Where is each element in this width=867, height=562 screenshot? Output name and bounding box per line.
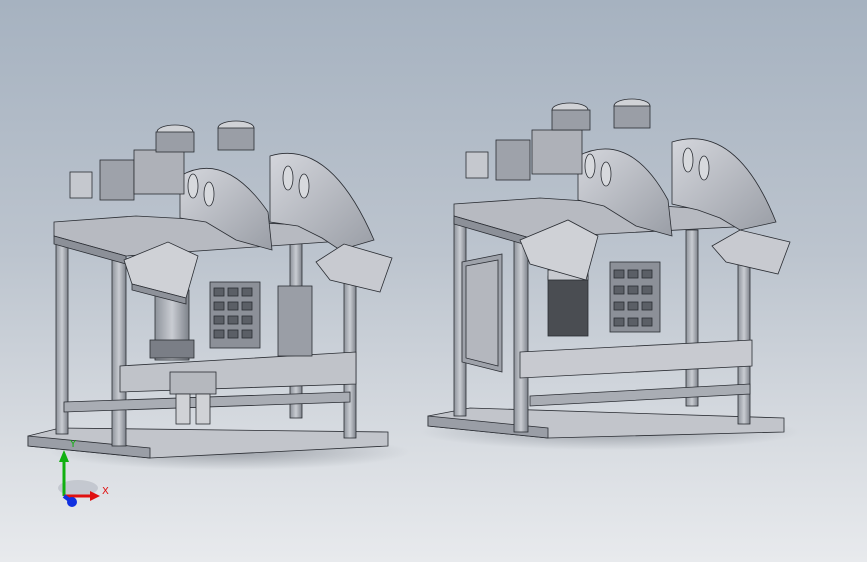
axis-triad-icon	[58, 450, 100, 507]
x-axis-label: X	[102, 486, 109, 497]
y-axis-label: Y	[70, 439, 77, 450]
machine-assembly-left[interactable]	[27, 120, 410, 470]
machine-assembly-right[interactable]	[420, 98, 800, 450]
assembly-scene	[27, 98, 800, 470]
coordinate-triad: X Y	[48, 440, 118, 510]
cad-3d-viewport[interactable]: X Y	[0, 0, 867, 562]
